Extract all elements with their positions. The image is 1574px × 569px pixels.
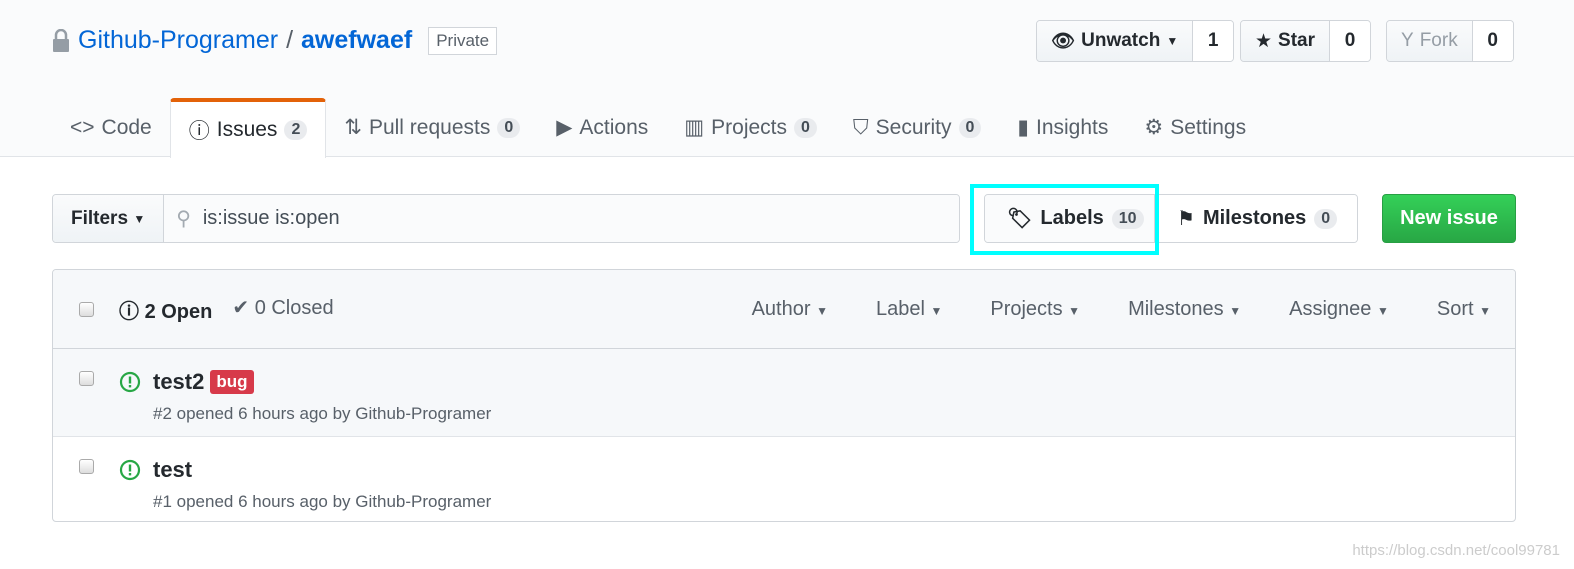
code-icon: <>: [70, 115, 95, 139]
issue-opened-icon: [119, 371, 141, 393]
highlight-box: [970, 184, 1159, 255]
star-button[interactable]: ★ Star: [1241, 21, 1331, 61]
repo-tabs: <> Code ⓘ Issues 2 ⇅ Pull requests 0 ▶ Actions…: [52, 98, 1264, 158]
search-icon: ⚲: [176, 208, 191, 230]
tab-label: Pull requests: [368, 115, 491, 139]
watermark: https://blog.csdn.net/cool99781: [1352, 542, 1560, 559]
issue-title-link[interactable]: test2: [153, 369, 204, 395]
open-filter[interactable]: ⓘ 2 Open: [119, 295, 212, 324]
new-issue-button[interactable]: New issue: [1382, 194, 1516, 243]
tab-label: Projects: [711, 115, 787, 139]
repo-owner-link[interactable]: Github-Programer: [78, 26, 278, 55]
tab-actions[interactable]: ▶ Actions: [538, 98, 666, 157]
tab-projects[interactable]: ▥ Projects 0: [666, 98, 835, 157]
label-dropdown[interactable]: Label ▼: [876, 298, 942, 321]
issue-meta: #1 opened 6 hours ago by Github-Programe…: [153, 492, 492, 511]
unwatch-label: Unwatch: [1081, 30, 1161, 51]
tab-code[interactable]: <> Code: [52, 98, 170, 157]
author-dropdown[interactable]: Author ▼: [752, 298, 828, 321]
caret-down-icon: ▼: [1166, 34, 1179, 48]
repo-header: Github-Programer / awefwaef Private 👁 Unw…: [0, 0, 1574, 158]
watchers-count[interactable]: 1: [1193, 21, 1234, 61]
closed-count: 0 Closed: [254, 296, 334, 319]
fork-label: Fork: [1419, 30, 1458, 51]
tab-issues[interactable]: ⓘ Issues 2: [169, 98, 327, 158]
repo-name-link[interactable]: awefwaef: [301, 26, 412, 55]
milestones-count: 0: [1314, 208, 1338, 229]
issue-title-link[interactable]: test: [153, 457, 192, 483]
forks-count[interactable]: 0: [1472, 21, 1513, 61]
tab-insights[interactable]: ▮ Insights: [999, 98, 1126, 157]
tab-count: 0: [958, 117, 982, 138]
tab-label: Actions: [579, 115, 649, 139]
tab-label: Issues: [216, 118, 278, 141]
tab-count: 2: [284, 120, 308, 140]
issue-meta: #2 opened 6 hours ago by Github-Programe…: [153, 404, 492, 423]
star-icon: ★: [1255, 30, 1273, 52]
tab-count: 0: [794, 117, 817, 138]
lock-icon: [53, 28, 69, 52]
closed-filter[interactable]: ✔ 0 Closed: [232, 295, 333, 324]
issues-list-header: ⓘ 2 Open ✔ 0 Closed Author ▼ Label ▼ Pro…: [53, 270, 1515, 349]
milestones-button[interactable]: ⚑ Milestones 0: [1155, 195, 1357, 242]
pull-request-icon: ⇅: [344, 116, 362, 139]
star-button-group: ★ Star 0: [1240, 20, 1372, 62]
fork-button-group: Y Fork 0: [1386, 20, 1514, 62]
tab-label: Security: [875, 115, 952, 139]
issue-icon: ⓘ: [188, 120, 210, 143]
assignee-dropdown[interactable]: Assignee ▼: [1289, 298, 1389, 321]
tab-pull-requests[interactable]: ⇅ Pull requests 0: [326, 98, 538, 157]
milestone-icon: ⚑: [1177, 208, 1195, 230]
issue-checkbox[interactable]: [79, 371, 94, 386]
fork-button[interactable]: Y Fork: [1387, 21, 1473, 61]
sort-dropdown[interactable]: Sort ▼: [1437, 298, 1491, 321]
milestones-label: Milestones: [1202, 207, 1307, 229]
play-icon: ▶: [556, 116, 573, 139]
issue-checkbox[interactable]: [79, 459, 94, 474]
issues-list: ⓘ 2 Open ✔ 0 Closed Author ▼ Label ▼ Pro…: [52, 269, 1516, 522]
tab-count: 0: [497, 117, 521, 138]
filters-button[interactable]: Filters ▼: [53, 195, 165, 242]
gear-icon: ⚙: [1144, 116, 1164, 139]
unwatch-button[interactable]: 👁 Unwatch ▼: [1037, 21, 1194, 61]
project-icon: ▥: [684, 116, 705, 139]
select-all-checkbox[interactable]: [79, 301, 94, 317]
projects-dropdown[interactable]: Projects ▼: [990, 298, 1080, 321]
shield-icon: ⛉: [852, 115, 869, 139]
search-input[interactable]: ⚲ is:issue is:open: [164, 195, 959, 242]
tab-label: Settings: [1170, 115, 1247, 139]
tab-security[interactable]: ⛉ Security 0: [835, 98, 1000, 157]
open-count: 2 Open: [144, 300, 213, 323]
separator: /: [286, 26, 294, 54]
filters-label: Filters: [71, 207, 129, 229]
graph-icon: ▮: [1017, 116, 1029, 139]
tab-label: Code: [101, 115, 152, 139]
watch-button-group: 👁 Unwatch ▼ 1: [1036, 20, 1235, 62]
filter-bar: Filters ▼ ⚲ is:issue is:open: [52, 194, 960, 243]
tab-settings[interactable]: ⚙ Settings: [1126, 98, 1264, 157]
milestones-dropdown[interactable]: Milestones ▼: [1128, 298, 1241, 321]
caret-down-icon: ▼: [133, 211, 146, 226]
private-badge: Private: [428, 26, 498, 55]
repo-title: Github-Programer / awefwaef Private: [52, 26, 498, 55]
label-badge[interactable]: bug: [210, 370, 254, 394]
issue-opened-icon: [119, 459, 141, 481]
star-label: Star: [1278, 30, 1316, 51]
tab-label: Insights: [1035, 115, 1109, 139]
eye-icon: 👁: [1051, 31, 1076, 52]
fork-icon: Y: [1401, 30, 1414, 51]
issue-row: test #1 opened 6 hours ago by Github-Pro…: [53, 437, 1515, 521]
search-query: is:issue is:open: [202, 207, 340, 229]
stars-count[interactable]: 0: [1330, 21, 1371, 61]
issue-row: test2 bug #2 opened 6 hours ago by Github…: [53, 349, 1515, 437]
